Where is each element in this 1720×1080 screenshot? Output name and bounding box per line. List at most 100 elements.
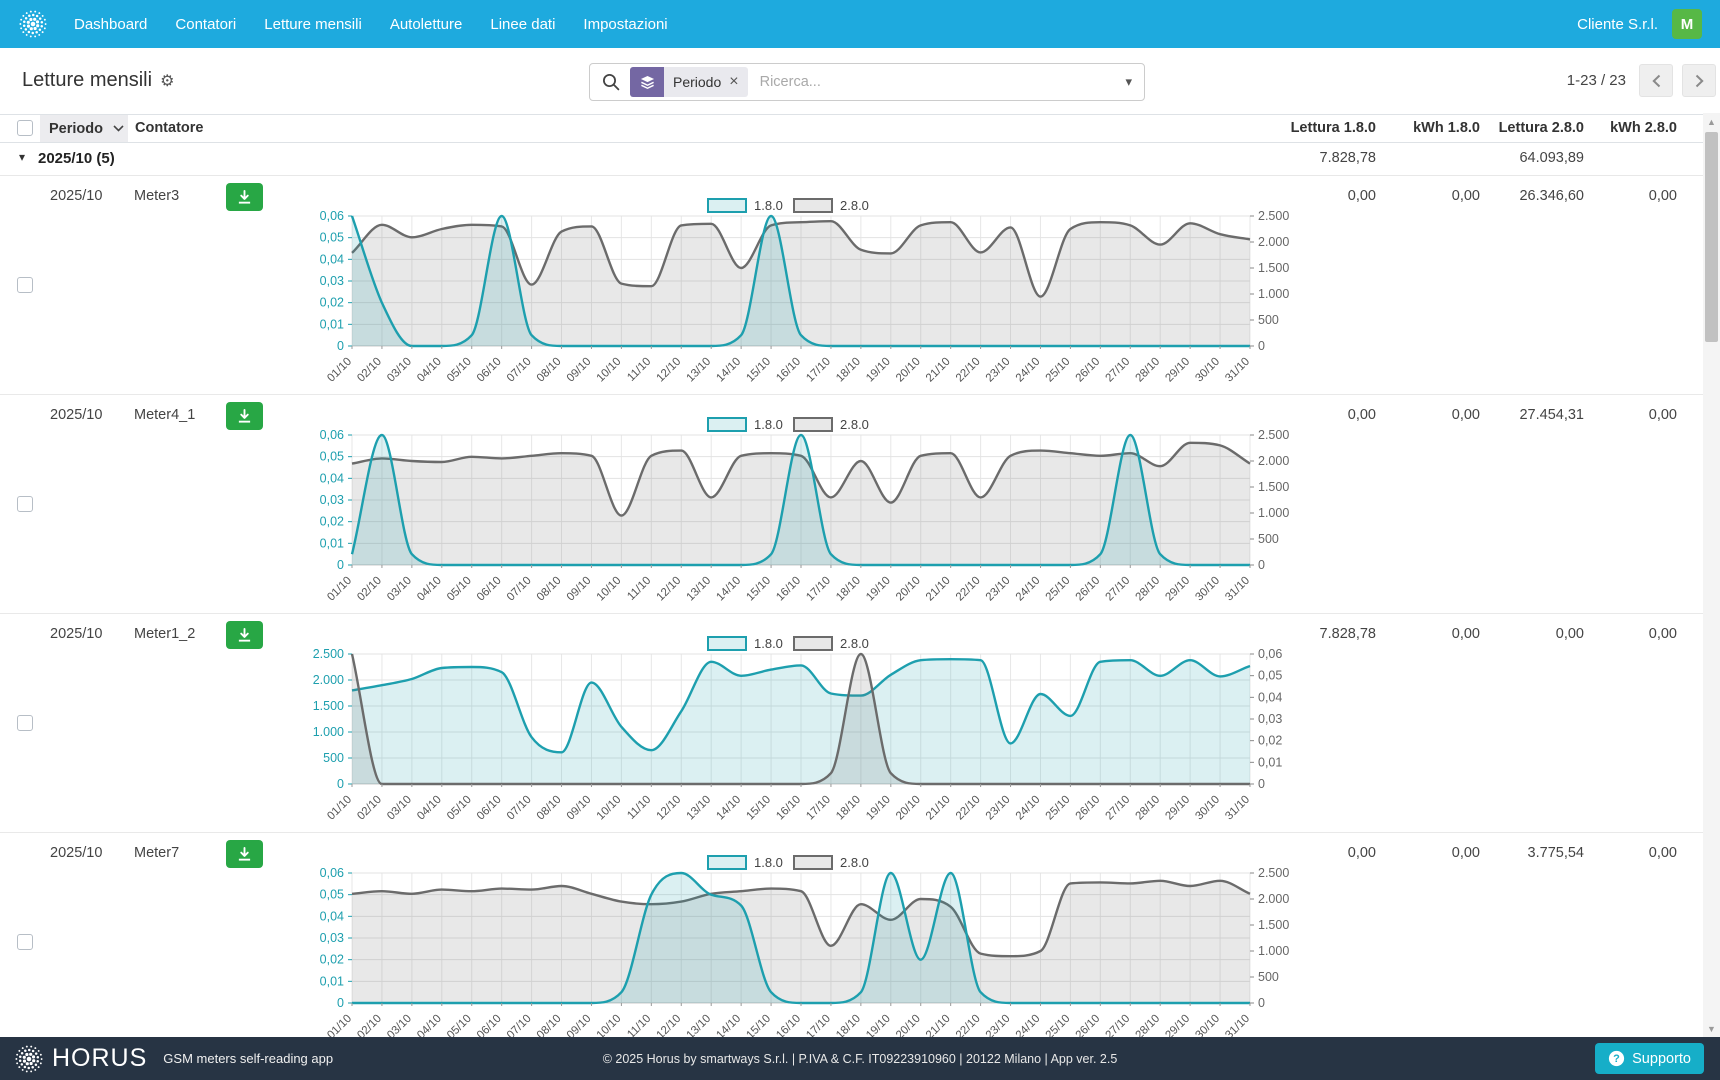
column-header-lettura180[interactable]: Lettura 1.8.0 [1291, 120, 1376, 136]
nav-item-impostazioni[interactable]: Impostazioni [583, 16, 667, 33]
download-button[interactable] [226, 183, 263, 211]
svg-text:04/10: 04/10 [415, 794, 444, 823]
svg-text:29/10: 29/10 [1163, 794, 1192, 823]
svg-text:0,03: 0,03 [320, 274, 344, 288]
nav-item-autoletture[interactable]: Autoletture [390, 16, 463, 33]
footer-brand: HORUS [52, 1044, 147, 1073]
svg-text:01/10: 01/10 [325, 356, 354, 385]
search-dropdown-caret-icon[interactable]: ▾ [1123, 70, 1134, 94]
svg-text:07/10: 07/10 [505, 794, 534, 823]
user-avatar[interactable]: M [1672, 9, 1702, 39]
search-filter-chip[interactable]: Periodo × [630, 67, 748, 97]
table-row-meter7: 2025/10 Meter7 0,00 0,00 3.775,54 0,00 0… [0, 833, 1703, 1037]
svg-text:0: 0 [1258, 996, 1265, 1010]
svg-text:02/10: 02/10 [355, 356, 384, 385]
svg-text:2.8.0: 2.8.0 [840, 198, 869, 213]
svg-text:0,02: 0,02 [320, 515, 344, 529]
consumption-chart: 0,060,050,040,030,020,0102.5002.0001.500… [300, 417, 1300, 613]
page-title-text: Letture mensili [22, 69, 152, 92]
toolbar: Letture mensili ⚙ Periodo × ▾ 1-23 / 23 [0, 48, 1720, 115]
svg-text:19/10: 19/10 [864, 1013, 893, 1037]
group-collapse-icon[interactable]: ▾ [19, 150, 25, 164]
download-button[interactable] [226, 840, 263, 868]
svg-text:20/10: 20/10 [894, 575, 923, 604]
svg-text:0,05: 0,05 [1258, 669, 1282, 683]
svg-text:0,05: 0,05 [320, 231, 344, 245]
user-account-label[interactable]: Cliente S.r.l. [1577, 16, 1658, 33]
select-all-checkbox[interactable] [17, 120, 33, 136]
svg-text:0,04: 0,04 [320, 252, 344, 266]
settings-gear-icon[interactable]: ⚙ [160, 71, 174, 91]
svg-text:06/10: 06/10 [475, 356, 504, 385]
svg-text:1.500: 1.500 [1258, 480, 1289, 494]
svg-text:0: 0 [337, 996, 344, 1010]
svg-text:03/10: 03/10 [385, 575, 414, 604]
consumption-chart: 2.5002.0001.5001.00050000,060,050,040,03… [300, 636, 1300, 832]
svg-text:0: 0 [337, 777, 344, 791]
svg-text:15/10: 15/10 [744, 794, 773, 823]
vertical-scrollbar[interactable]: ▲ ▼ [1703, 113, 1720, 1037]
svg-text:03/10: 03/10 [385, 794, 414, 823]
svg-text:30/10: 30/10 [1193, 575, 1222, 604]
svg-text:22/10: 22/10 [954, 356, 983, 385]
download-icon [237, 628, 252, 643]
column-header-kwh280[interactable]: kWh 2.8.0 [1610, 120, 1677, 136]
consumption-chart: 0,060,050,040,030,020,0102.5002.0001.500… [300, 198, 1300, 394]
svg-text:02/10: 02/10 [355, 575, 384, 604]
download-button[interactable] [226, 621, 263, 649]
scroll-down-icon[interactable]: ▼ [1703, 1020, 1720, 1037]
svg-text:500: 500 [1258, 970, 1279, 984]
svg-text:0,01: 0,01 [320, 536, 344, 550]
svg-text:25/10: 25/10 [1044, 356, 1073, 385]
prev-page-button[interactable] [1639, 64, 1673, 97]
svg-text:1.8.0: 1.8.0 [754, 417, 783, 432]
row-checkbox[interactable] [17, 715, 33, 731]
svg-text:1.000: 1.000 [1258, 944, 1289, 958]
help-circle-icon: ? [1608, 1050, 1625, 1067]
download-button[interactable] [226, 402, 263, 430]
svg-text:27/10: 27/10 [1104, 794, 1133, 823]
column-header-kwh180[interactable]: kWh 1.8.0 [1413, 120, 1480, 136]
svg-text:1.000: 1.000 [1258, 506, 1289, 520]
column-header-contatore[interactable]: Contatore [135, 120, 203, 136]
svg-text:06/10: 06/10 [475, 575, 504, 604]
scroll-up-icon[interactable]: ▲ [1703, 113, 1720, 130]
search-input[interactable] [760, 74, 1124, 90]
svg-text:03/10: 03/10 [385, 356, 414, 385]
nav-item-linee-dati[interactable]: Linee dati [490, 16, 555, 33]
svg-text:28/10: 28/10 [1133, 794, 1162, 823]
group-total-lettura180: 7.828,78 [1320, 150, 1376, 166]
svg-text:15/10: 15/10 [744, 575, 773, 604]
svg-text:30/10: 30/10 [1193, 794, 1222, 823]
row-checkbox[interactable] [17, 277, 33, 293]
search-icon [602, 73, 620, 91]
filter-remove-icon[interactable]: × [729, 74, 738, 90]
svg-text:23/10: 23/10 [984, 575, 1013, 604]
nav-item-dashboard[interactable]: Dashboard [74, 16, 147, 33]
row-checkbox[interactable] [17, 496, 33, 512]
svg-text:17/10: 17/10 [804, 1013, 833, 1037]
svg-text:2.000: 2.000 [1258, 454, 1289, 468]
search-bar[interactable]: Periodo × ▾ [589, 63, 1145, 101]
svg-text:05/10: 05/10 [445, 794, 474, 823]
svg-text:0: 0 [337, 558, 344, 572]
row-checkbox[interactable] [17, 934, 33, 950]
nav-item-letture-mensili[interactable]: Letture mensili [264, 16, 362, 33]
svg-text:1.000: 1.000 [313, 725, 344, 739]
next-page-button[interactable] [1682, 64, 1716, 97]
svg-text:08/10: 08/10 [535, 356, 564, 385]
column-header-periodo[interactable]: Periodo [40, 115, 128, 142]
svg-text:2.500: 2.500 [313, 647, 344, 661]
svg-text:14/10: 14/10 [714, 794, 743, 823]
svg-text:19/10: 19/10 [864, 356, 893, 385]
scrollbar-thumb[interactable] [1705, 132, 1718, 342]
svg-text:0: 0 [1258, 558, 1265, 572]
column-header-lettura280[interactable]: Lettura 2.8.0 [1499, 120, 1584, 136]
svg-text:29/10: 29/10 [1163, 356, 1192, 385]
svg-text:05/10: 05/10 [445, 575, 474, 604]
table-row-meter4_1: 2025/10 Meter4_1 0,00 0,00 27.454,31 0,0… [0, 395, 1703, 614]
nav-item-contatori[interactable]: Contatori [175, 16, 236, 33]
svg-text:01/10: 01/10 [325, 794, 354, 823]
svg-text:0,04: 0,04 [320, 909, 344, 923]
support-button[interactable]: ? Supporto [1595, 1043, 1704, 1074]
